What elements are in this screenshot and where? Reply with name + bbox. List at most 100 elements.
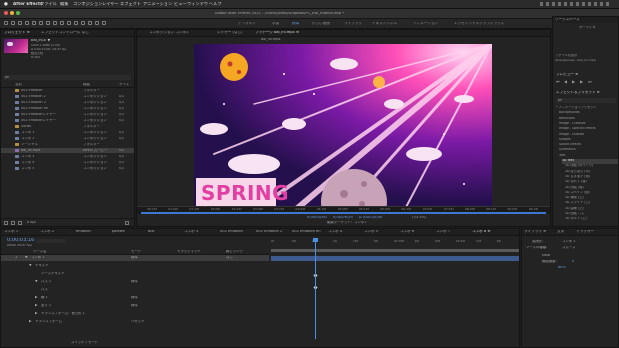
- menu-help[interactable]: ヘルプ: [209, 2, 222, 6]
- layer-row[interactable]: ▼ パス 1 標準: [1, 279, 269, 285]
- workspace-essential-graphics[interactable]: エッセンシャルグラフィックス: [454, 22, 504, 26]
- smoother-influence-value[interactable]: 80%: [558, 266, 566, 269]
- effects-tree-item[interactable]: Sound Effects: [559, 143, 618, 148]
- col-mode[interactable]: モード: [131, 250, 141, 253]
- roto-tool-icon[interactable]: [95, 21, 99, 25]
- timeline-search-input[interactable]: [36, 239, 66, 243]
- project-item[interactable]: コンポ 4 コンポジション 0,0: [1, 160, 134, 165]
- layer-name[interactable]: トランスフォーム：長方形 1: [41, 312, 85, 315]
- col-type[interactable]: 種類: [83, 83, 90, 86]
- camera-tool-icon[interactable]: [39, 21, 43, 25]
- brush-tool-icon[interactable]: [74, 21, 78, 25]
- layer-row[interactable]: ▶ 塗り 1 標準: [1, 303, 269, 309]
- col-track-matte[interactable]: トラックマット: [177, 250, 201, 253]
- comp-tab[interactable]: コンポ 6: [400, 230, 434, 234]
- col-parent[interactable]: 親とリンク: [226, 250, 243, 253]
- pen-tool-icon[interactable]: [60, 21, 64, 25]
- col-name[interactable]: 名前: [15, 83, 22, 86]
- play-icon[interactable]: ▶: [572, 80, 575, 84]
- layer-name[interactable]: テキスト: [35, 264, 48, 267]
- layer-mode[interactable]: 標準: [131, 296, 138, 299]
- workspace-libraries[interactable]: ライブラリ: [344, 22, 362, 26]
- menu-view[interactable]: ビュー: [174, 2, 187, 6]
- bpc-label[interactable]: 8 bpc: [27, 221, 36, 224]
- col-size[interactable]: サイズ: [119, 83, 129, 86]
- smoother-ease-value[interactable]: Ease: [542, 254, 550, 257]
- workspace-learn[interactable]: 学習: [272, 22, 279, 26]
- layer-row[interactable]: ▶ 線 1 標準: [1, 295, 269, 301]
- layer-expand-icon[interactable]: ▼: [25, 256, 28, 259]
- tab-preview[interactable]: プレビュー ≡: [556, 73, 578, 77]
- footage-duration[interactable]: Δ 0;00;10;00: [359, 216, 382, 220]
- layer-row[interactable]: ソーステキスト: [1, 271, 269, 277]
- layer-name[interactable]: ソーステキスト: [41, 272, 64, 275]
- smoother-source-value[interactable]: スムーズ: [562, 246, 575, 249]
- timeline-work-area[interactable]: [271, 249, 519, 252]
- comp-tab[interactable]: 002 Emotion fin: [292, 230, 326, 234]
- effects-tree-item[interactable]: 3D 流れて (落): [565, 180, 618, 185]
- effects-tree-item[interactable]: 3D スライド (上): [565, 201, 618, 206]
- layer-row[interactable]: ▶ トランスフォーム リセット: [1, 319, 269, 325]
- tab-tracker[interactable]: トラッカー: [576, 230, 594, 234]
- menu-composition[interactable]: コンポジション: [73, 2, 102, 6]
- layer-expand-icon[interactable]: ▼: [35, 280, 38, 283]
- clone-tool-icon[interactable]: [81, 21, 85, 25]
- project-item[interactable]: コンポ 5 コンポジション 0,0: [1, 166, 134, 171]
- apple-icon[interactable]: ●: [4, 2, 8, 7]
- effects-tree-item[interactable]: 3D 回転 ...ズ: [565, 212, 618, 217]
- first-frame-icon[interactable]: ⏮: [556, 80, 560, 84]
- tab-footage[interactable]: フッテージ bal_ini.mp4 ≡: [255, 31, 299, 35]
- home-icon[interactable]: [4, 21, 8, 25]
- layer-name[interactable]: 塗り 1: [41, 304, 51, 307]
- tab-composition[interactable]: コンポジション コンポ1: [149, 31, 188, 35]
- comp-tab[interactable]: コンポ 1: [4, 230, 38, 234]
- effects-tree-item[interactable]: Synthetics: [559, 148, 618, 153]
- hand-tool-icon[interactable]: [18, 21, 22, 25]
- tab-character[interactable]: 文字: [557, 230, 564, 234]
- last-frame-icon[interactable]: ⏭: [588, 80, 592, 84]
- interpret-footage-icon[interactable]: [4, 221, 8, 225]
- project-item[interactable]: コンポ 1 コンポジション 0,0: [1, 130, 134, 135]
- trash-icon[interactable]: [125, 221, 129, 225]
- effects-tree-item[interactable]: Text: [559, 154, 618, 159]
- current-time-display[interactable]: 0;00;03;16: [7, 238, 34, 243]
- effects-tree-item[interactable]: 3D ボルト (上): [565, 217, 618, 222]
- layer-expand-icon[interactable]: ▶: [35, 304, 38, 307]
- layer-mode[interactable]: 標準: [131, 256, 138, 259]
- new-folder-icon[interactable]: [11, 221, 15, 225]
- workspace-standard[interactable]: 標準: [292, 22, 299, 26]
- effects-tree-item[interactable]: 3D ぱらぱら (ゆ): [565, 170, 618, 175]
- comp-tab[interactable]: コンポ 2: [40, 230, 74, 234]
- pan-behind-tool-icon[interactable]: [46, 21, 50, 25]
- timeline-ruler[interactable]: 0f10f20f01f10f20f02:00f10f20f03:00f10f20…: [271, 239, 519, 247]
- tab-libraries[interactable]: ライブラリ ≡: [524, 230, 546, 234]
- minimize-window-button[interactable]: [10, 11, 14, 15]
- new-comp-icon[interactable]: [18, 221, 22, 225]
- type-tool-icon[interactable]: [67, 21, 71, 25]
- layer-name[interactable]: トランスフォーム: [35, 320, 62, 323]
- layer-row[interactable]: パス: [1, 287, 269, 293]
- menu-edit[interactable]: 編集: [60, 2, 68, 6]
- comp-tab[interactable]: コンポ 8 ≡: [472, 230, 506, 234]
- comp-tab[interactable]: コンポ 5: [364, 230, 398, 234]
- effects-tree-item[interactable]: 3D 爆発 (上): [565, 196, 618, 201]
- puppet-tool-icon[interactable]: [102, 21, 106, 25]
- comp-tab[interactable]: emotion: [76, 230, 110, 234]
- project-item[interactable]: コンポ 2 コンポジション 0,0: [1, 136, 134, 141]
- layer-expand-icon[interactable]: ▶: [35, 312, 38, 315]
- comp-tab[interactable]: 002 Emotion: [220, 230, 254, 234]
- layer-parent[interactable]: なし: [226, 256, 233, 259]
- next-frame-icon[interactable]: ▶: [580, 80, 583, 84]
- layer-expand-icon[interactable]: ▶: [29, 320, 32, 323]
- rectangle-tool-icon[interactable]: [53, 21, 57, 25]
- comp-tab[interactable]: コンポ 3: [184, 230, 218, 234]
- playhead-handle[interactable]: [313, 238, 318, 242]
- zoom-window-button[interactable]: [16, 11, 20, 15]
- project-item[interactable]: 002 Emotion 2 コンポジション 0,0: [1, 94, 134, 99]
- tab-info[interactable]: ワークスペース: [555, 18, 580, 22]
- work-area-bar[interactable]: [141, 212, 546, 214]
- layer-row[interactable]: ▼ 1 コンポ 1 標準 なし: [1, 255, 269, 261]
- zoom-tool-icon[interactable]: [25, 21, 29, 25]
- layer-name[interactable]: 線 1: [41, 296, 48, 299]
- layer-mode[interactable]: 標準: [131, 304, 138, 307]
